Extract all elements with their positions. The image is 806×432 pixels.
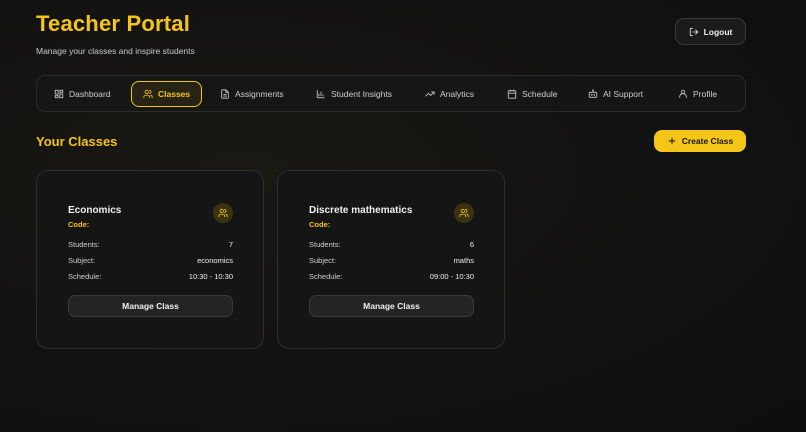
subject-value: maths [453,256,474,265]
create-class-button[interactable]: Create Class [654,130,746,152]
tab-label: Classes [158,89,191,99]
subject-label: Subject: [309,256,337,265]
students-label: Students: [309,240,341,249]
subject-row: Subject: economics [68,256,233,265]
tab-dashboard[interactable]: Dashboard [54,81,111,107]
tab-label: Dashboard [69,89,111,99]
schedule-row: Schedule: 10:30 - 10:30 [68,272,233,281]
logout-icon [689,27,698,36]
tab-assignments[interactable]: Assignments [220,81,284,107]
subject-label: Subject: [68,256,96,265]
class-code-label: Code: [68,220,90,229]
calendar-icon [507,89,517,99]
class-code-label: Code: [309,220,331,229]
tab-student-insights[interactable]: Student Insights [316,81,392,107]
users-icon [218,208,228,218]
users-icon [143,89,153,99]
page-subtitle: Manage your classes and inspire students [36,46,195,56]
tab-profile[interactable]: Profile [678,81,717,107]
schedule-row: Schedule: 09:00 - 10:30 [309,272,474,281]
document-icon [221,89,229,99]
students-row: Students: 7 [68,240,233,249]
robot-icon [588,89,598,98]
schedule-value: 10:30 - 10:30 [188,272,233,281]
tab-schedule[interactable]: Schedule [507,81,557,107]
tab-label: Analytics [440,89,475,99]
students-row: Students: 6 [309,240,474,249]
main-nav: Dashboard Classes Assignments Student In… [36,75,746,112]
plus-icon [668,137,676,145]
students-label: Students: [68,240,100,249]
tab-label: Schedule [522,89,558,99]
schedule-value: 09:00 - 10:30 [429,272,474,281]
create-class-label: Create Class [681,136,734,146]
tab-label: Assignments [235,89,284,99]
manage-class-button[interactable]: Manage Class [68,295,233,317]
section-title: Your Classes [36,134,118,149]
class-icon-badge [213,203,233,223]
bar-chart-icon [316,90,325,99]
dashboard-icon [54,89,64,99]
class-icon-badge [454,203,474,223]
tab-classes[interactable]: Classes [131,81,203,107]
schedule-label: Schedule: [309,272,343,281]
users-icon [459,208,469,218]
manage-class-button[interactable]: Manage Class [309,295,474,317]
tab-label: Student Insights [331,89,392,99]
class-name: Economics [68,205,122,216]
students-value: 7 [228,240,233,249]
tab-label: Profile [693,89,718,99]
user-icon [679,89,687,98]
schedule-label: Schedule: [68,272,102,281]
class-name: Discrete mathematics [309,205,413,216]
tab-label: AI Support [603,89,644,99]
class-card: Discrete mathematics Code: Students: 6 S… [277,170,505,349]
tab-analytics[interactable]: Analytics [425,81,474,107]
logout-label: Logout [703,26,733,37]
students-value: 6 [469,240,474,249]
page-title: Teacher Portal [36,11,191,36]
class-card: Economics Code: Students: 7 Subject: eco… [36,170,264,349]
trending-up-icon [425,91,435,97]
tab-ai-support[interactable]: AI Support [588,81,643,107]
subject-row: Subject: maths [309,256,474,265]
logout-button[interactable]: Logout [675,18,746,45]
subject-value: economics [197,256,233,265]
